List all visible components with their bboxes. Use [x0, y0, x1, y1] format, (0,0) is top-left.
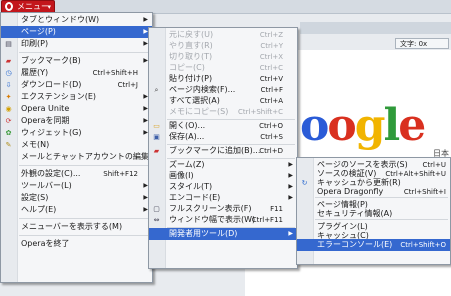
menu-item-label: 履歴(Y)	[21, 68, 49, 77]
menu-item-label: 印刷(P)	[21, 39, 49, 48]
main-menu: タブとウィンドウ(W) ▶ ページ(P) ▶ ▤ 印刷(P) ▶ ▰ ブックマーク(B) ▶ ◷ 履歴…	[0, 12, 170, 283]
shortcut-label: Ctrl+D	[259, 147, 283, 155]
shortcut-label: Ctrl+Shift+C	[238, 108, 283, 116]
menu-item-label: 開発者用ツール(D)	[169, 229, 238, 238]
menu-separator	[19, 52, 150, 53]
menu1-item-14[interactable]: 外観の設定(C)... Shift+F12	[1, 168, 152, 180]
menu1-item-21-opera[interactable]: Operaを終了	[1, 238, 152, 250]
menu1-item-17[interactable]: ヘルプ(E) ▶	[1, 204, 152, 216]
menu1-item-9-opera[interactable]: ⟳ Operaを同期 ▶	[1, 115, 152, 127]
tab-strip	[300, 22, 451, 34]
shortcut-label: Ctrl+Shift+O	[400, 241, 446, 249]
menu-separator	[315, 197, 448, 198]
notes-icon: ✎	[5, 141, 12, 149]
menu-item-label: Operaを同期	[21, 116, 70, 125]
opera-logo-icon	[5, 2, 13, 11]
menu-item-label: ウィジェット(G)	[21, 128, 82, 137]
menu-item-label: ツールバー(L)	[21, 181, 72, 190]
menu3-item-10[interactable]: エラーコンソール(E) Ctrl+Shift+O	[297, 239, 450, 251]
shortcut-label: Ctrl+F11	[251, 216, 283, 224]
menu1-item-1[interactable]: ページ(P) ▶	[1, 26, 152, 38]
menu-item-label: 保存(A)...	[169, 132, 205, 141]
printer-icon: ▤	[5, 40, 12, 48]
menu2-item-10[interactable]: ▣ 保存(A)... Ctrl+S	[149, 131, 297, 143]
menu-item-label: ヘルプ(E)	[21, 205, 57, 214]
folder-icon: ▭	[153, 122, 160, 130]
menu-item-label: ページ(P)	[21, 27, 56, 36]
fit-width-icon: ⇔	[153, 216, 160, 224]
menu-separator	[315, 219, 448, 220]
menu-item-label: ブックマークに追加(B)...	[169, 146, 261, 155]
menu1-item-0[interactable]: タブとウィンドウ(W) ▶	[1, 14, 152, 26]
menu-item-label: メモにコピー(S)	[169, 107, 229, 116]
menu1-item-5[interactable]: ◷ 履歴(Y) Ctrl+Shift+H	[1, 67, 152, 79]
menu1-item-16[interactable]: 設定(S) ▶	[1, 192, 152, 204]
menu-separator	[19, 235, 150, 236]
menu-separator	[19, 165, 150, 166]
menu-item-label: メニューバーを表示する(M)	[21, 222, 123, 231]
menu1-item-8-opera-unite[interactable]: ◉ Opera Unite ▶	[1, 103, 152, 115]
history-icon: ◷	[5, 69, 12, 77]
menu-item-label: ウィンドウ幅で表示(W)	[169, 215, 256, 224]
menu-item-label: エクステンション(E)	[21, 92, 97, 101]
shortcut-label: Ctrl+J	[117, 81, 138, 89]
menu-item-label: メモ(N)	[21, 140, 50, 149]
bookmark-add-icon: ▰	[153, 147, 160, 155]
menu1-item-2[interactable]: ▤ 印刷(P) ▶	[1, 38, 152, 50]
developer-tools-submenu: ページのソースを表示(S) Ctrl+U ソースの検証(V) Ctrl+Alt+Shi…	[296, 157, 451, 265]
menu2-item-12[interactable]: ▰ ブックマークに追加(B)... Ctrl+D	[149, 145, 297, 157]
encoding-label[interactable]: 文字: 0x	[395, 38, 449, 49]
menu-item-label: タブとウィンドウ(W)	[21, 15, 100, 24]
menu-item-label: 外観の設定(C)...	[21, 169, 81, 178]
menu-item-label: ブックマーク(B)	[21, 56, 81, 65]
unite-icon: ◉	[5, 105, 12, 113]
menu2-item-7[interactable]: メモにコピー(S) Ctrl+Shift+C	[149, 106, 297, 118]
menu-item-label: Operaを終了	[21, 239, 70, 248]
menu2-item-21[interactable]: 開発者用ツール(D) ▶	[149, 228, 297, 240]
menu1-item-4[interactable]: ▰ ブックマーク(B) ▶	[1, 55, 152, 67]
menu1-item-10[interactable]: ✿ ウィジェット(G) ▶	[1, 127, 152, 139]
submenu-arrow-icon: ▶	[143, 16, 148, 23]
menu1-item-19[interactable]: メニューバーを表示する(M)	[1, 221, 152, 233]
shortcut-label: Shift+F12	[103, 170, 138, 178]
bookmark-icon: ▰	[5, 57, 12, 65]
menu-item-label: エラーコンソール(E)	[317, 240, 393, 249]
menu-item-label: 設定(S)	[21, 193, 49, 202]
menu1-item-15[interactable]: ツールバー(L) ▶	[1, 180, 152, 192]
widget-icon: ✿	[5, 129, 12, 137]
menu1-item-7[interactable]: ✦ エクステンション(E) ▶	[1, 91, 152, 103]
menu-item-label: ダウンロード(D)	[21, 80, 82, 89]
save-icon: ▣	[153, 133, 160, 141]
fullscreen-icon: ▢	[153, 205, 160, 213]
extension-icon: ✦	[5, 93, 12, 101]
submenu-arrow-icon: ▶	[288, 230, 293, 237]
find-icon: ⌕	[154, 86, 159, 94]
menu-separator	[19, 218, 150, 219]
menu-item-label: Opera Unite	[21, 104, 70, 113]
menu2-item-19[interactable]: ⇔ ウィンドウ幅で表示(W) Ctrl+F11	[149, 214, 297, 226]
google-logo: oogle	[300, 100, 426, 151]
download-icon: ⇩	[5, 81, 12, 89]
sync-icon: ⟳	[5, 117, 12, 125]
menu1-item-12[interactable]: メールとチャットアカウントの編集(M)...	[1, 151, 170, 163]
menu1-item-11[interactable]: ✎ メモ(N)	[1, 139, 152, 151]
shortcut-label: Ctrl+Shift+H	[92, 69, 138, 77]
menu1-item-6[interactable]: ⇩ ダウンロード(D) Ctrl+J	[1, 79, 152, 91]
page-submenu: 元に戻す(U) Ctrl+Z やり直す(R) Ctrl+Y 切り取り(T) Ctrl+X コ…	[148, 27, 298, 269]
shortcut-label: Ctrl+S	[260, 133, 283, 141]
